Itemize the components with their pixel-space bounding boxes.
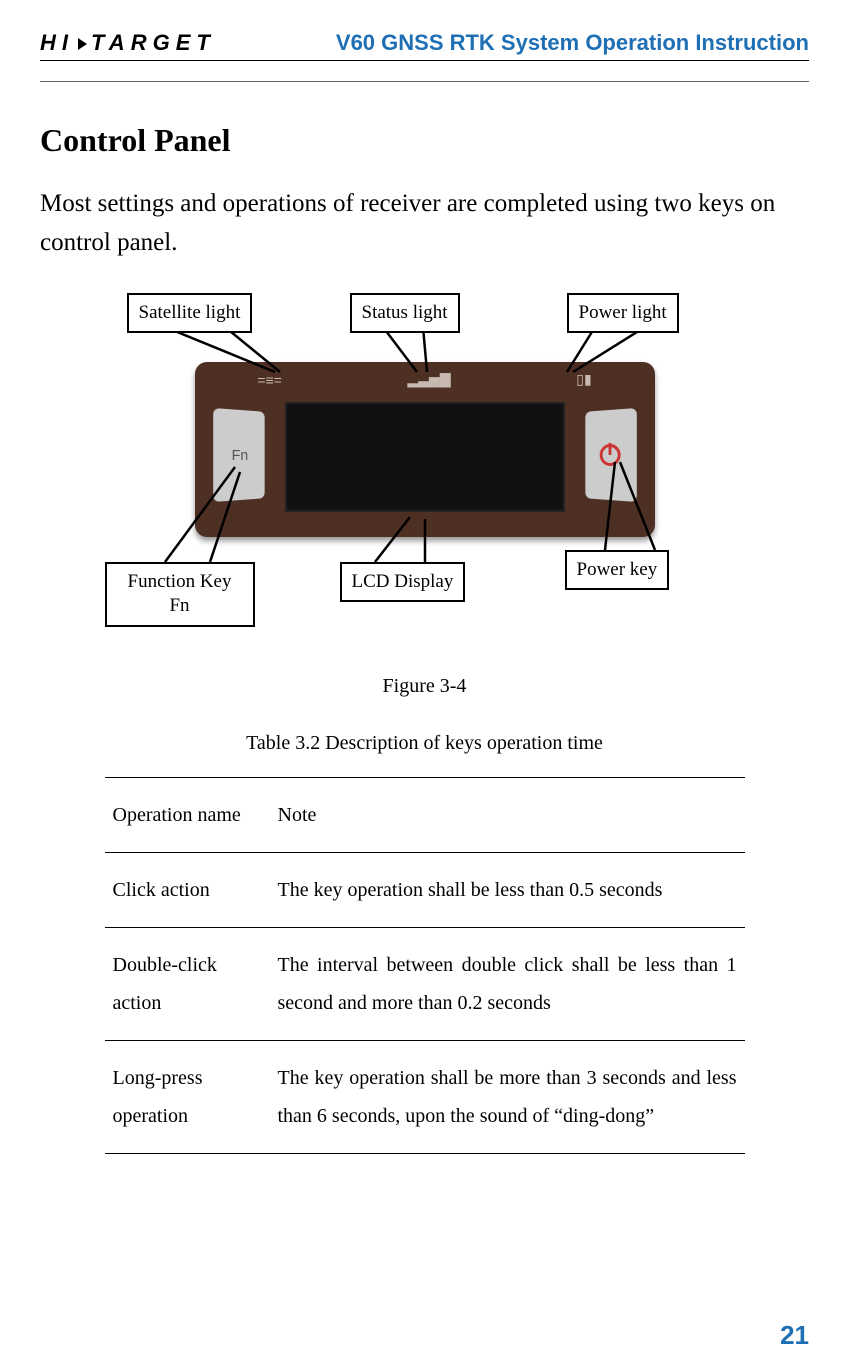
table-caption: Table 3.2 Description of keys operation … xyxy=(40,732,809,755)
callout-power-light: Power light xyxy=(567,293,679,334)
power-key xyxy=(585,408,636,502)
section-heading: Control Panel xyxy=(40,122,809,159)
operations-table: Operation name Note Click action The key… xyxy=(105,777,745,1154)
section-intro: Most settings and operations of receiver… xyxy=(40,185,809,263)
callout-lcd-display: LCD Display xyxy=(340,562,466,603)
control-panel-diagram: =≡= ▂▃▅▇ ▯▮ Fn Satellite light Status li… xyxy=(105,287,745,647)
table-row: Click action The key operation shall be … xyxy=(105,852,745,927)
satellite-icon: =≡= xyxy=(257,372,282,388)
fn-key: Fn xyxy=(213,408,264,502)
callout-fn-line2: Fn xyxy=(169,595,189,616)
battery-icon: ▯▮ xyxy=(576,371,591,388)
col-header-operation: Operation name xyxy=(105,777,270,852)
callout-status-light: Status light xyxy=(350,293,460,334)
table-row: Long-press operation The key operation s… xyxy=(105,1040,745,1153)
header-rule xyxy=(40,81,809,82)
document-title: V60 GNSS RTK System Operation Instructio… xyxy=(336,30,809,56)
device-body: =≡= ▂▃▅▇ ▯▮ Fn xyxy=(195,362,655,537)
callout-fn-line1: Function Key xyxy=(128,571,232,592)
logo-text-pre: HI xyxy=(40,30,74,55)
cell-op: Double-click action xyxy=(105,927,270,1040)
table-header-row: Operation name Note xyxy=(105,777,745,852)
logo: HI TARGET xyxy=(40,30,216,56)
table-row: Double-click action The interval between… xyxy=(105,927,745,1040)
cell-note: The key operation shall be more than 3 s… xyxy=(270,1040,745,1153)
indicator-row: =≡= ▂▃▅▇ ▯▮ xyxy=(195,366,655,394)
cell-op: Long-press operation xyxy=(105,1040,270,1153)
page-header: HI TARGET V60 GNSS RTK System Operation I… xyxy=(40,30,809,61)
logo-text-post: TARGET xyxy=(91,30,216,55)
power-icon xyxy=(599,443,620,465)
cell-op: Click action xyxy=(105,852,270,927)
callout-satellite-light: Satellite light xyxy=(127,293,253,334)
figure-caption: Figure 3-4 xyxy=(40,675,809,698)
cell-note: The key operation shall be less than 0.5… xyxy=(270,852,745,927)
col-header-note: Note xyxy=(270,777,745,852)
page-number: 21 xyxy=(780,1320,809,1351)
lcd-screen xyxy=(285,402,565,512)
signal-icon: ▂▃▅▇ xyxy=(408,371,451,388)
callout-power-key: Power key xyxy=(565,550,670,591)
logo-triangle-icon xyxy=(78,38,87,50)
callout-function-key: Function Key Fn xyxy=(105,562,255,627)
cell-note: The interval between double click shall … xyxy=(270,927,745,1040)
